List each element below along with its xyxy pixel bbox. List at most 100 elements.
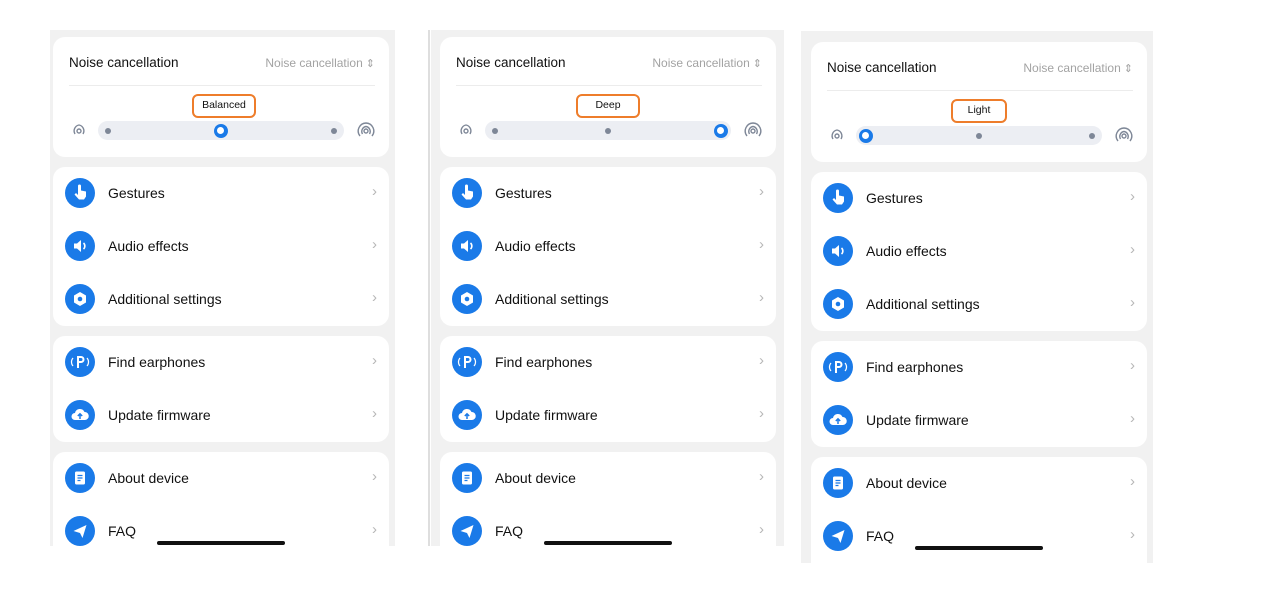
home-indicator[interactable] [157,541,285,545]
noise-cancellation-mode-value: Noise cancellation [265,56,363,70]
send-icon [452,516,482,546]
menu-label: Audio effects [866,243,947,259]
tools-card: Find earphones › Update firmware › [53,336,389,442]
hand-pointer-icon [823,183,853,213]
document-icon [823,468,853,498]
menu-faq[interactable]: FAQ › [440,505,776,546]
level-dot-balanced[interactable] [976,132,982,139]
noise-cancellation-mode-select[interactable]: Noise cancellation ⇕ [265,56,375,70]
level-dot-light[interactable] [105,127,111,134]
home-indicator[interactable] [915,546,1043,550]
slider-knob[interactable] [859,128,873,143]
menu-update-firmware[interactable]: Update firmware › [440,389,776,442]
divider [69,85,375,86]
anc-low-icon[interactable] [70,121,88,139]
anc-low-icon[interactable] [457,121,475,139]
hand-pointer-icon [65,178,95,208]
slider-knob[interactable] [214,123,228,138]
noise-cancellation-mode-select[interactable]: Noise cancellation ⇕ [652,56,762,70]
chevron-right-icon: › [759,468,764,485]
info-card: About device › FAQ › [53,452,389,546]
menu-find-earphones[interactable]: Find earphones › [811,341,1147,394]
chevron-right-icon: › [759,289,764,306]
chevron-right-icon: › [759,236,764,253]
locate-earphones-icon [452,347,482,377]
level-dot-deep[interactable] [1089,132,1095,139]
chevron-right-icon: › [1130,357,1135,374]
anc-low-icon[interactable] [828,126,846,144]
tools-card: Find earphones › Update firmware › [440,336,776,442]
menu-audio-effects[interactable]: Audio effects › [53,220,389,273]
anc-high-icon[interactable] [1115,126,1133,144]
speaker-icon [452,231,482,261]
noise-level-slider[interactable] [485,121,731,140]
menu-additional-settings[interactable]: Additional settings › [53,273,389,326]
home-indicator[interactable] [544,541,672,545]
menu-faq[interactable]: FAQ › [811,510,1147,563]
menu-find-earphones[interactable]: Find earphones › [440,336,776,389]
menu-update-firmware[interactable]: Update firmware › [53,389,389,442]
menu-update-firmware[interactable]: Update firmware › [811,394,1147,447]
menu-about-device[interactable]: About device › [440,452,776,505]
chevron-right-icon: › [372,183,377,200]
level-dot-deep[interactable] [331,127,337,134]
menu-label: Gestures [108,185,165,201]
anc-high-icon[interactable] [357,121,375,139]
menu-audio-effects[interactable]: Audio effects › [811,225,1147,278]
chevron-updown-icon: ⇕ [365,58,375,70]
mode-label-light: Light [951,99,1007,123]
slider-knob[interactable] [714,123,728,138]
document-icon [452,463,482,493]
menu-gestures[interactable]: Gestures › [811,172,1147,225]
noise-cancellation-mode-value: Noise cancellation [652,56,750,70]
settings-card: Gestures › Audio effects › Additional se… [811,172,1147,331]
speaker-icon [65,231,95,261]
screen-light: Noise cancellation Noise cancellation ⇕ L… [801,31,1153,563]
speaker-icon [823,236,853,266]
gear-icon [452,284,482,314]
anc-high-icon[interactable] [744,121,762,139]
divider [428,30,430,546]
tools-card: Find earphones › Update firmware › [811,341,1147,447]
menu-audio-effects[interactable]: Audio effects › [440,220,776,273]
chevron-right-icon: › [759,352,764,369]
menu-label: FAQ [495,523,524,539]
menu-label: FAQ [866,528,895,544]
menu-label: Find earphones [866,359,964,375]
menu-about-device[interactable]: About device › [811,457,1147,510]
cloud-upload-icon [65,400,95,430]
menu-label: Update firmware [866,412,969,428]
noise-level-slider[interactable] [98,121,344,140]
menu-additional-settings[interactable]: Additional settings › [440,273,776,326]
locate-earphones-icon [65,347,95,377]
menu-label: Update firmware [108,407,211,423]
menu-find-earphones[interactable]: Find earphones › [53,336,389,389]
noise-level-slider[interactable] [856,126,1102,145]
chevron-right-icon: › [372,521,377,538]
noise-cancellation-card: Noise cancellation Noise cancellation ⇕ B… [53,37,389,157]
chevron-right-icon: › [372,289,377,306]
chevron-right-icon: › [1130,526,1135,543]
menu-label: About device [495,470,576,486]
noise-cancellation-mode-select[interactable]: Noise cancellation ⇕ [1023,61,1133,75]
cloud-upload-icon [823,405,853,435]
menu-about-device[interactable]: About device › [53,452,389,505]
menu-gestures[interactable]: Gestures › [440,167,776,220]
noise-cancellation-title: Noise cancellation [69,55,179,70]
divider [827,90,1133,91]
level-dot-balanced[interactable] [605,127,611,134]
document-icon [65,463,95,493]
menu-additional-settings[interactable]: Additional settings › [811,278,1147,331]
menu-label: Gestures [495,185,552,201]
settings-card: Gestures › Audio effects › Additional se… [53,167,389,326]
menu-gestures[interactable]: Gestures › [53,167,389,220]
divider [456,85,762,86]
level-dot-light[interactable] [492,127,498,134]
cloud-upload-icon [452,400,482,430]
chevron-right-icon: › [759,405,764,422]
menu-faq[interactable]: FAQ › [53,505,389,546]
chevron-right-icon: › [1130,473,1135,490]
menu-label: Update firmware [495,407,598,423]
mode-label-deep: Deep [576,94,640,118]
screen-balanced: Noise cancellation Noise cancellation ⇕ B… [50,30,395,546]
